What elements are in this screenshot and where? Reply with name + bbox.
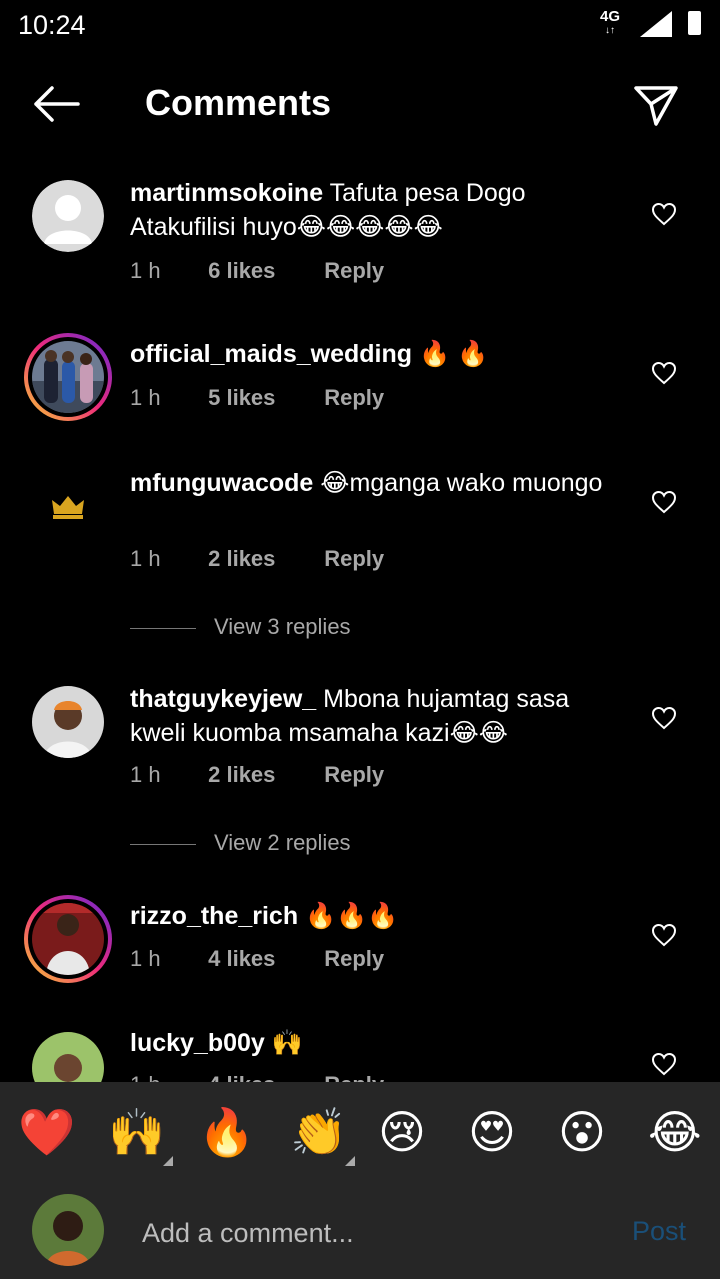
divider (130, 843, 196, 845)
comment-meta: 1 h 6 likes Reply (130, 258, 384, 284)
comment-meta: 1 h 2 likes Reply (130, 762, 384, 788)
comment-time: 1 h (130, 762, 161, 787)
avatar-story-ring[interactable] (24, 333, 112, 421)
comment-likes[interactable]: 2 likes (208, 762, 318, 788)
view-replies-button[interactable]: View 3 replies (130, 614, 351, 640)
comment-text: martinmsokoine Tafuta pesa Dogo Atakufil… (130, 176, 620, 244)
view-replies-label: View 2 replies (214, 830, 351, 855)
reply-button[interactable]: Reply (324, 258, 384, 284)
view-replies-label: View 3 replies (214, 614, 351, 639)
avatar[interactable] (32, 180, 104, 252)
page-title: Comments (145, 82, 332, 123)
emoji-surprised[interactable]: 😮 (558, 1104, 606, 1160)
avatar-photo (32, 341, 104, 413)
avatar-photo (32, 686, 104, 758)
current-user-avatar (32, 1194, 104, 1266)
status-time: 10:24 (18, 10, 86, 40)
emoji-glyph: 🙌 (108, 1106, 166, 1158)
emoji-red-heart[interactable]: ❤️ (18, 1104, 75, 1160)
comment-username[interactable]: rizzo_the_rich (130, 902, 298, 930)
like-heart-icon[interactable] (651, 490, 677, 514)
emoji-heart-eyes[interactable]: 😍 (468, 1104, 516, 1160)
comment-time: 1 h (130, 385, 161, 410)
data-arrows-icon: ↓↑ (605, 25, 615, 36)
avatar (32, 341, 104, 413)
comment-text: mfunguwacode 😂mganga wako muongo (130, 466, 620, 500)
like-heart-icon[interactable] (651, 361, 677, 385)
network-indicator: 4G ↓↑ (600, 8, 621, 38)
avatar[interactable] (32, 470, 104, 542)
reply-button[interactable]: Reply (324, 762, 384, 788)
comment-username[interactable]: thatguykeyjew_ (130, 685, 316, 713)
comment-body: 😂mganga wako muongo (320, 469, 603, 497)
comment-likes[interactable]: 2 likes (208, 546, 318, 572)
comment-time: 1 h (130, 946, 161, 971)
comment-username[interactable]: mfunguwacode (130, 469, 313, 497)
reply-button[interactable]: Reply (324, 385, 384, 411)
comment-meta: 1 h 4 likes Reply (130, 946, 384, 972)
comment-username[interactable]: martinmsokoine (130, 179, 323, 207)
comment-text: official_maids_wedding 🔥 🔥 (130, 337, 620, 371)
back-arrow-icon[interactable] (30, 84, 82, 124)
emoji-glyph: 👏 (290, 1106, 348, 1158)
comment-username[interactable]: lucky_b00y (130, 1029, 265, 1057)
crown-icon (52, 496, 84, 519)
emoji-clapping[interactable]: 👏 (290, 1104, 356, 1166)
comment-text: lucky_b00y 🙌 (130, 1026, 620, 1060)
comment-body: 🔥 🔥 (418, 340, 489, 368)
emoji-crying[interactable]: 😢 (378, 1104, 426, 1160)
avatar (32, 903, 104, 975)
avatar-photo (32, 1194, 104, 1266)
emoji-raising-hands[interactable]: 🙌 (108, 1104, 174, 1166)
skin-tone-indicator (345, 1156, 356, 1166)
post-button[interactable]: Post (632, 1216, 686, 1247)
comment-username[interactable]: official_maids_wedding (130, 340, 412, 368)
share-send-icon[interactable] (632, 82, 680, 128)
avatar[interactable] (32, 686, 104, 758)
comment-time: 1 h (130, 546, 161, 571)
comment-meta: 1 h 5 likes Reply (130, 385, 384, 411)
comment-composer: ❤️ 🙌 🔥 👏 😢 😍 😮 😂 Post (0, 1082, 720, 1279)
emoji-tears-of-joy[interactable]: 😂 (648, 1104, 702, 1160)
battery-icon (688, 11, 701, 35)
quick-emoji-bar: ❤️ 🙌 🔥 👏 😢 😍 😮 😂 (0, 1082, 720, 1182)
comment-body: 🙌 (271, 1029, 303, 1057)
signal-icon (640, 11, 672, 37)
default-avatar-icon (32, 180, 104, 252)
like-heart-icon[interactable] (651, 923, 677, 947)
status-bar: 10:24 4G ↓↑ (0, 0, 720, 50)
comment-text: thatguykeyjew_ Mbona hujamtag sasa kweli… (130, 682, 620, 750)
like-heart-icon[interactable] (651, 706, 677, 730)
comment-likes[interactable]: 4 likes (208, 946, 318, 972)
comment-text: rizzo_the_rich 🔥🔥🔥 (130, 899, 620, 933)
reply-button[interactable]: Reply (324, 546, 384, 572)
comment-likes[interactable]: 6 likes (208, 258, 318, 284)
avatar-story-ring[interactable] (24, 895, 112, 983)
like-heart-icon[interactable] (651, 1052, 677, 1076)
network-type: 4G (600, 8, 621, 25)
comment-time: 1 h (130, 258, 161, 283)
emoji-fire[interactable]: 🔥 (198, 1104, 255, 1160)
comment-body: 🔥🔥🔥 (305, 902, 399, 930)
like-heart-icon[interactable] (651, 202, 677, 226)
comment-input[interactable] (140, 1212, 604, 1254)
avatar-photo (32, 903, 104, 975)
header: Comments (0, 60, 720, 150)
skin-tone-indicator (163, 1156, 174, 1166)
divider (130, 627, 196, 629)
view-replies-button[interactable]: View 2 replies (130, 830, 351, 856)
comment-meta: 1 h 2 likes Reply (130, 546, 384, 572)
comment-likes[interactable]: 5 likes (208, 385, 318, 411)
reply-button[interactable]: Reply (324, 946, 384, 972)
